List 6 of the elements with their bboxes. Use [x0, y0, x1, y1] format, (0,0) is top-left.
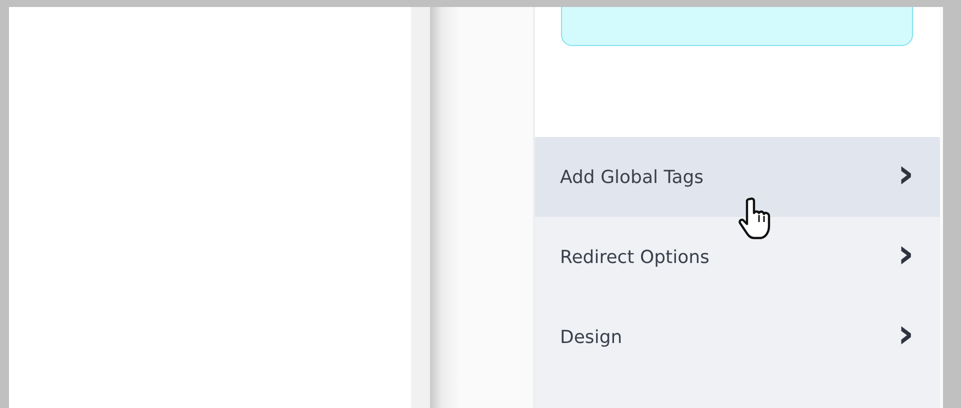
menu-item[interactable]: Design › — [535, 297, 940, 377]
chevron-icon: › — [898, 314, 914, 354]
menu-item[interactable]: Add Global Tags › — [535, 137, 940, 217]
chevron-icon: › — [898, 234, 914, 274]
menu-item[interactable]: Redirect Options › — [535, 217, 940, 297]
chevron-icon: › — [898, 154, 914, 194]
